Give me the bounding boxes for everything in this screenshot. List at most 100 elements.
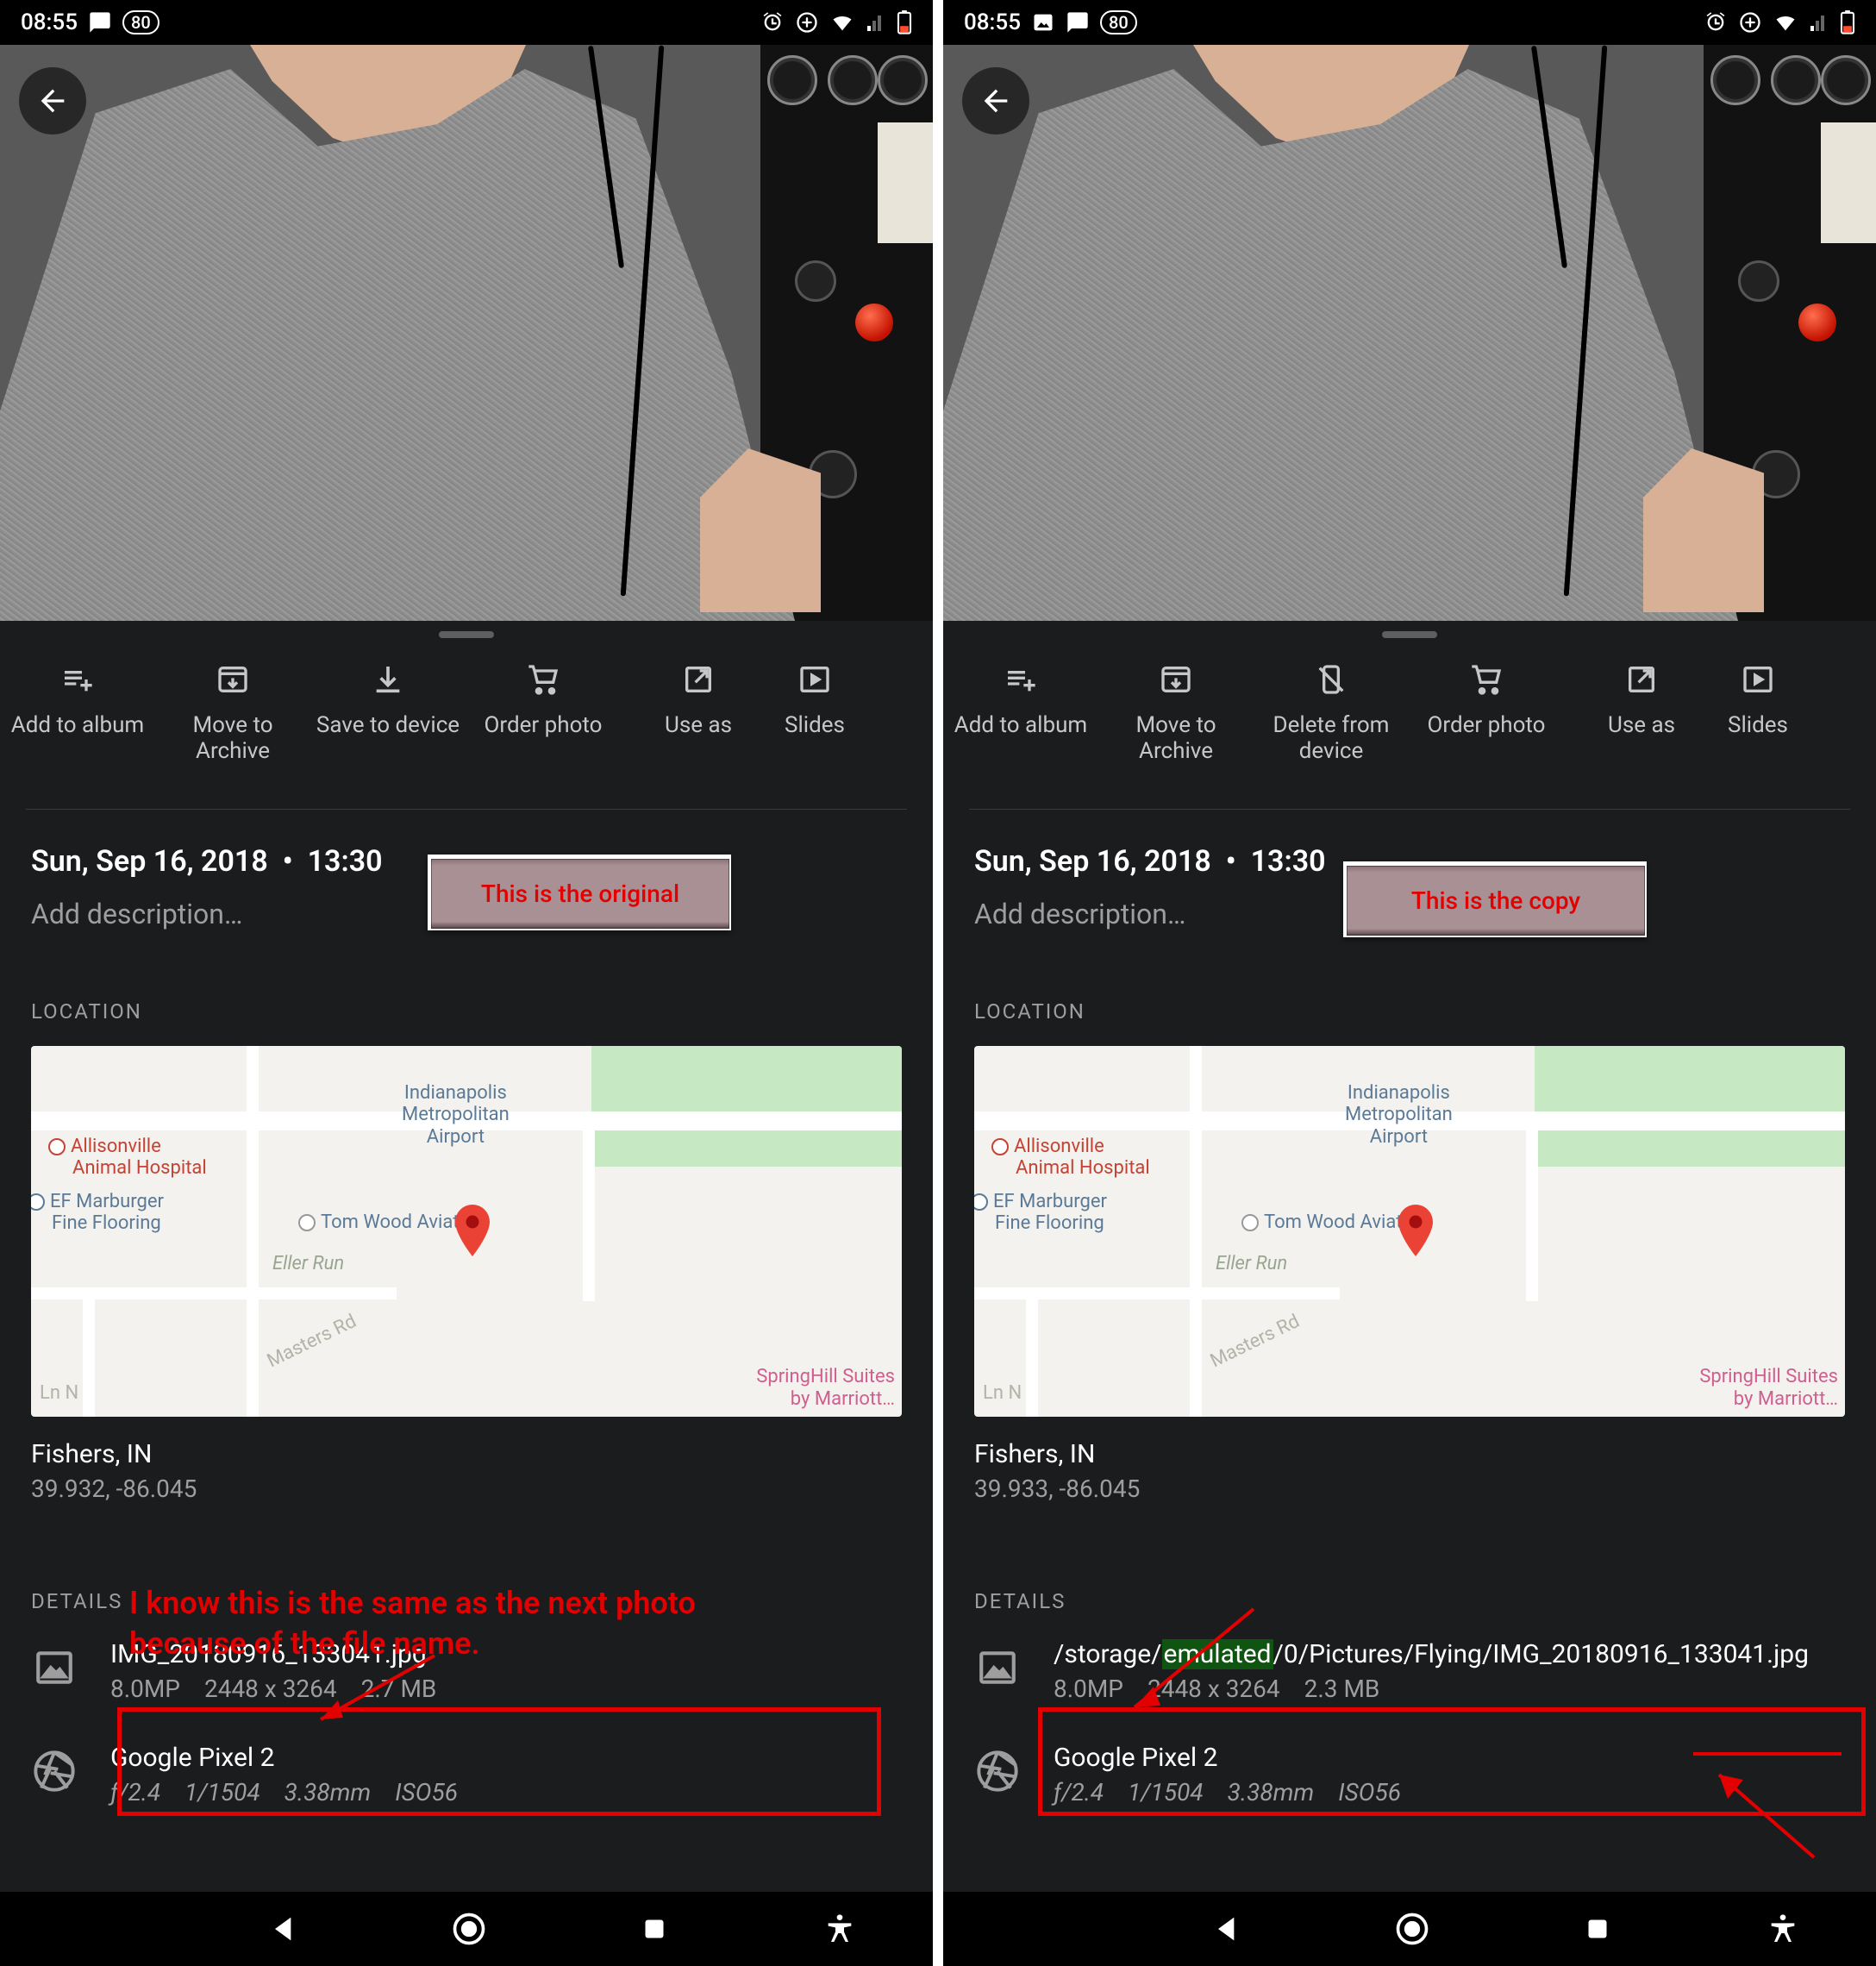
nav-accessibility-button[interactable] [816, 1906, 863, 1952]
nav-recents-button[interactable] [1574, 1906, 1621, 1952]
drag-handle[interactable] [439, 631, 494, 638]
archive-icon [1159, 662, 1193, 697]
cart-icon [1469, 662, 1504, 697]
download-icon [371, 662, 405, 697]
android-navbar [943, 1892, 1876, 1966]
aperture-icon [974, 1748, 1021, 1794]
image-icon [1031, 10, 1055, 34]
map-pin-icon [453, 1205, 491, 1256]
playlist-add-icon [60, 662, 95, 697]
action-slideshow[interactable]: Slides [776, 662, 854, 764]
action-label: Save to device [316, 712, 460, 738]
action-delete-from-device[interactable]: Delete from device [1254, 662, 1409, 764]
action-add-to-album[interactable]: Add to album [943, 662, 1098, 764]
location-map[interactable]: IndianapolisMetropolitanAirport Allisonv… [974, 1046, 1845, 1417]
signal-icon [1809, 12, 1829, 33]
status-bar: 08:55 80 [0, 0, 933, 45]
wifi-icon [1773, 10, 1798, 34]
annotation-arrow [1702, 1764, 1831, 1868]
file-meta: 8.0MP2448 x 32642.7 MB [110, 1675, 902, 1703]
message-icon [1066, 10, 1090, 34]
action-order-photo[interactable]: Order photo [466, 662, 621, 764]
drag-handle[interactable] [1382, 631, 1437, 638]
action-slideshow[interactable]: Slides [1719, 662, 1797, 764]
nav-back-button[interactable] [1204, 1906, 1250, 1952]
map-pin-icon [1397, 1205, 1435, 1256]
nav-back-button[interactable] [260, 1906, 307, 1952]
file-detail-row: /storage/emulated/0/Pictures/Flying/IMG_… [943, 1639, 1876, 1703]
action-label: Slides [785, 712, 845, 738]
location-header: LOCATION [31, 999, 902, 1024]
alarm-icon [1704, 10, 1728, 34]
action-row: Add to album Move to Archive Delete from… [943, 638, 1876, 778]
action-move-to-archive[interactable]: Move to Archive [155, 662, 310, 764]
nav-recents-button[interactable] [631, 1906, 678, 1952]
action-label: Slides [1728, 712, 1788, 738]
nav-home-button[interactable] [446, 1906, 492, 1952]
status-bar: 08:55 80 [943, 0, 1876, 45]
battery-pct-icon: 80 [122, 10, 159, 34]
action-label: Use as [665, 712, 732, 738]
location-coords: 39.933, -86.045 [974, 1474, 1845, 1503]
message-icon [88, 10, 112, 34]
details-header: DETAILS [974, 1589, 1845, 1613]
back-button[interactable] [19, 67, 86, 135]
phone-right: 08:55 80 [943, 0, 1876, 1966]
back-button[interactable] [962, 67, 1029, 135]
android-navbar [0, 1892, 933, 1966]
annotation-badge-original: This is the original [428, 855, 731, 930]
annotation-underline [1693, 1752, 1842, 1756]
divider [26, 809, 907, 810]
location-header: LOCATION [974, 999, 1845, 1024]
delete-from-device-icon [1314, 662, 1348, 697]
playlist-add-icon [1004, 662, 1038, 697]
action-row: Add to album Move to Archive Save to dev… [0, 638, 933, 778]
open-external-icon [1624, 662, 1659, 697]
slideshow-icon [1741, 662, 1775, 697]
aperture-icon [31, 1748, 78, 1794]
location-coords: 39.932, -86.045 [31, 1474, 902, 1503]
action-use-as[interactable]: Use as [621, 662, 776, 764]
archive-icon [216, 662, 250, 697]
status-time: 08:55 [21, 9, 78, 35]
cart-icon [526, 662, 560, 697]
battery-icon [1840, 10, 1855, 34]
location-city: Fishers, IN [974, 1439, 1845, 1469]
data-saver-icon [1738, 10, 1762, 34]
action-label: Move to Archive [1098, 712, 1254, 764]
image-file-icon [31, 1644, 78, 1691]
location-city: Fishers, IN [31, 1439, 902, 1469]
action-label: Order photo [485, 712, 603, 738]
image-file-icon [974, 1644, 1021, 1691]
slideshow-icon [797, 662, 832, 697]
location-map[interactable]: IndianapolisMetropolitanAirport Allisonv… [31, 1046, 902, 1417]
alarm-icon [760, 10, 785, 34]
action-save-to-device[interactable]: Save to device [310, 662, 466, 764]
phone-left: 08:55 80 [0, 0, 933, 1966]
action-order-photo[interactable]: Order photo [1409, 662, 1564, 764]
photo-preview[interactable] [943, 45, 1876, 621]
annotation-redbox [117, 1707, 881, 1816]
status-time: 08:55 [964, 9, 1021, 35]
action-label: Move to Archive [155, 712, 310, 764]
battery-pct-icon: 80 [1100, 10, 1137, 34]
signal-icon [866, 12, 886, 33]
annotation-arrow [1116, 1602, 1271, 1723]
action-label: Use as [1608, 712, 1675, 738]
annotation-badge-copy: This is the copy [1343, 861, 1647, 937]
photo-preview[interactable] [0, 45, 933, 621]
nav-accessibility-button[interactable] [1760, 1906, 1806, 1952]
action-use-as[interactable]: Use as [1564, 662, 1719, 764]
action-label: Add to album [954, 712, 1087, 738]
action-label: Add to album [11, 712, 144, 738]
divider [969, 809, 1850, 810]
open-external-icon [681, 662, 716, 697]
action-label: Order photo [1428, 712, 1546, 738]
action-add-to-album[interactable]: Add to album [0, 662, 155, 764]
nav-home-button[interactable] [1389, 1906, 1435, 1952]
action-label: Delete from device [1254, 712, 1409, 764]
battery-icon [897, 10, 912, 34]
wifi-icon [829, 10, 855, 34]
data-saver-icon [795, 10, 819, 34]
action-move-to-archive[interactable]: Move to Archive [1098, 662, 1254, 764]
